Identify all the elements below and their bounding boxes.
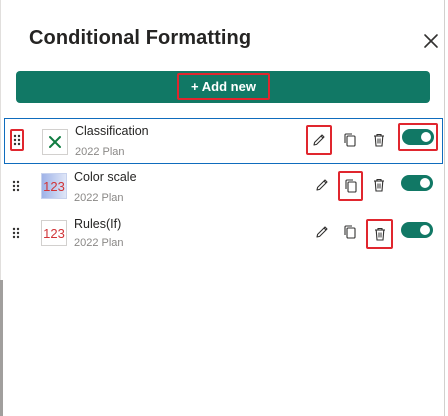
edit-rule-button[interactable] (310, 171, 334, 199)
delete-rule-button[interactable] (367, 126, 391, 154)
rule-subtitle: 2022 Plan (75, 146, 125, 158)
rule-row-classification[interactable]: Classification 2022 Plan (4, 118, 443, 164)
close-icon (424, 34, 438, 48)
trash-icon (374, 227, 385, 241)
drag-handle-icon[interactable] (9, 222, 23, 244)
trash-icon (374, 178, 384, 192)
rules-thumb-text: 123 (43, 225, 65, 241)
edit-rule-button[interactable] (306, 125, 332, 155)
drag-handle-icon[interactable] (10, 129, 24, 151)
rule-name: Classification (75, 124, 149, 138)
rule-row-color-scale[interactable]: 123 Color scale 2022 Plan (4, 165, 443, 211)
delete-rule-button[interactable] (366, 219, 393, 249)
scrollbar[interactable] (0, 280, 3, 416)
panel-title: Conditional Formatting (29, 27, 252, 49)
rule-subtitle: 2022 Plan (74, 237, 124, 249)
conditional-formatting-panel: Conditional Formatting + Add new rule Cl… (0, 0, 448, 416)
duplicate-rule-button[interactable] (338, 218, 362, 246)
toggle-switch-icon (402, 129, 434, 145)
pencil-icon (316, 226, 328, 238)
rule-name: Rules(If) (74, 217, 122, 231)
copy-icon (344, 225, 356, 239)
drag-handle-icon[interactable] (9, 175, 23, 197)
color-scale-icon: 123 (41, 173, 67, 199)
toggle-switch-icon (401, 175, 433, 191)
close-button[interactable] (420, 30, 442, 52)
rule-name: Color scale (74, 170, 137, 184)
rule-enabled-toggle[interactable] (398, 123, 438, 151)
pencil-icon (313, 134, 325, 146)
edit-rule-button[interactable] (310, 218, 334, 246)
delete-rule-button[interactable] (367, 171, 391, 199)
rules-icon: 123 (41, 220, 67, 246)
pencil-icon (316, 179, 328, 191)
duplicate-rule-button[interactable] (338, 171, 363, 201)
rule-enabled-toggle[interactable] (399, 171, 435, 195)
toggle-switch-icon (401, 222, 433, 238)
duplicate-rule-button[interactable] (338, 126, 362, 154)
trash-icon (374, 133, 384, 147)
copy-icon (344, 133, 356, 147)
add-new-rule-label[interactable]: + Add new rule (177, 73, 270, 117)
color-scale-thumb-text: 123 (43, 178, 65, 194)
rule-subtitle: 2022 Plan (74, 192, 124, 204)
excel-x-icon (42, 129, 68, 155)
copy-icon (344, 179, 357, 193)
panel-right-border (444, 0, 445, 416)
rule-enabled-toggle[interactable] (399, 218, 435, 242)
rule-row-rules-if[interactable]: 123 Rules(If) 2022 Plan (4, 212, 443, 258)
